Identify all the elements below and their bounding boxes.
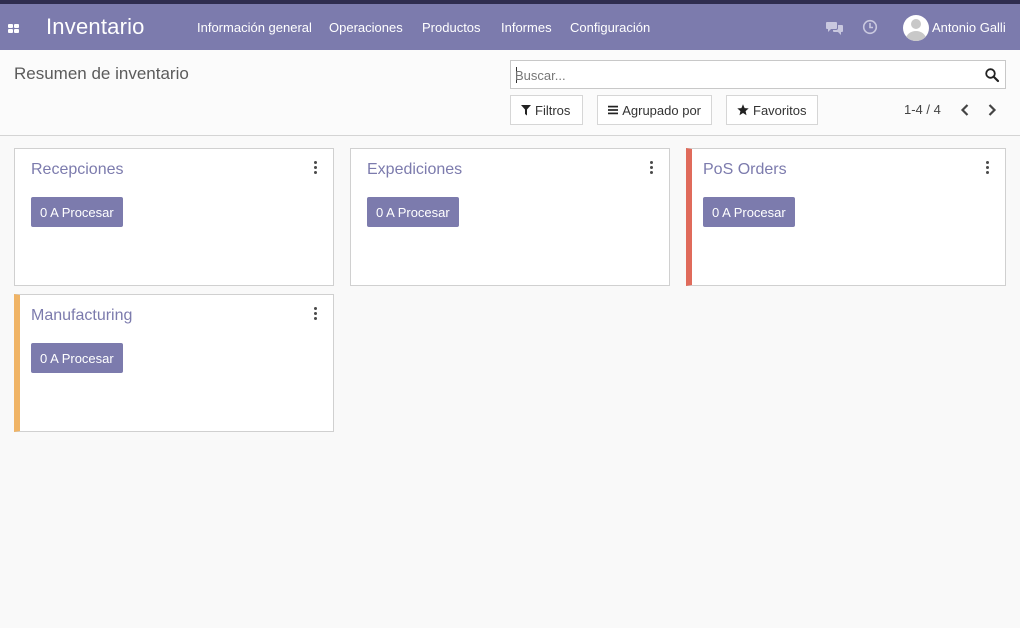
clock-icon[interactable] [862, 19, 878, 35]
group-by-button[interactable]: Agrupado por [597, 95, 712, 125]
menu-item-productos[interactable]: Productos [422, 20, 481, 35]
kebab-menu-icon[interactable] [649, 161, 655, 175]
picking-type-card-expediciones: Expediciones 0 A Procesar [350, 148, 670, 286]
pager-value[interactable]: 1-4 / 4 [904, 102, 941, 117]
avatar [903, 15, 929, 41]
filter-icon [521, 104, 531, 115]
card-title[interactable]: Manufacturing [31, 307, 132, 325]
picking-type-card-recepciones: Recepciones 0 A Procesar [14, 148, 334, 286]
menu-item-informes[interactable]: Informes [501, 20, 552, 35]
search-icon[interactable] [984, 67, 1000, 83]
search-box [510, 60, 1006, 89]
menu-item-configuracion[interactable]: Configuración [570, 20, 650, 35]
picking-type-card-manufacturing: Manufacturing 0 A Procesar [14, 294, 334, 432]
chevron-left-icon[interactable] [958, 102, 972, 118]
to-process-button[interactable]: 0 A Procesar [703, 197, 795, 227]
favorites-button[interactable]: Favoritos [726, 95, 818, 125]
favorites-label: Favoritos [753, 102, 807, 118]
app-title[interactable]: Inventario [46, 14, 145, 40]
menu-item-operaciones[interactable]: Operaciones [329, 20, 403, 35]
star-icon [737, 104, 749, 116]
card-title[interactable]: Expediciones [367, 161, 462, 179]
chat-bubbles-icon[interactable] [826, 20, 844, 36]
to-process-button[interactable]: 0 A Procesar [31, 343, 123, 373]
bars-icon [608, 105, 619, 115]
control-panel: Resumen de inventario Filtros Agrupado p… [0, 50, 1020, 136]
card-title[interactable]: PoS Orders [703, 161, 787, 179]
menu-item-informacion-general[interactable]: Información general [197, 20, 312, 35]
kebab-menu-icon[interactable] [313, 307, 319, 321]
filters-button[interactable]: Filtros [510, 95, 583, 125]
search-input[interactable] [515, 65, 975, 85]
kebab-menu-icon[interactable] [313, 161, 319, 175]
chevron-right-icon[interactable] [985, 102, 999, 118]
to-process-button[interactable]: 0 A Procesar [31, 197, 123, 227]
user-name: Antonio Galli [932, 20, 1006, 35]
group-by-label: Agrupado por [622, 102, 701, 118]
grid-apps-icon[interactable] [6, 16, 22, 38]
page-title: Resumen de inventario [14, 64, 189, 83]
top-navbar: Inventario Información general Operacion… [0, 0, 1020, 50]
card-title[interactable]: Recepciones [31, 161, 124, 179]
picking-type-card-pos-orders: PoS Orders 0 A Procesar [686, 148, 1006, 286]
filters-label: Filtros [535, 102, 571, 118]
to-process-button[interactable]: 0 A Procesar [367, 197, 459, 227]
kebab-menu-icon[interactable] [985, 161, 991, 175]
